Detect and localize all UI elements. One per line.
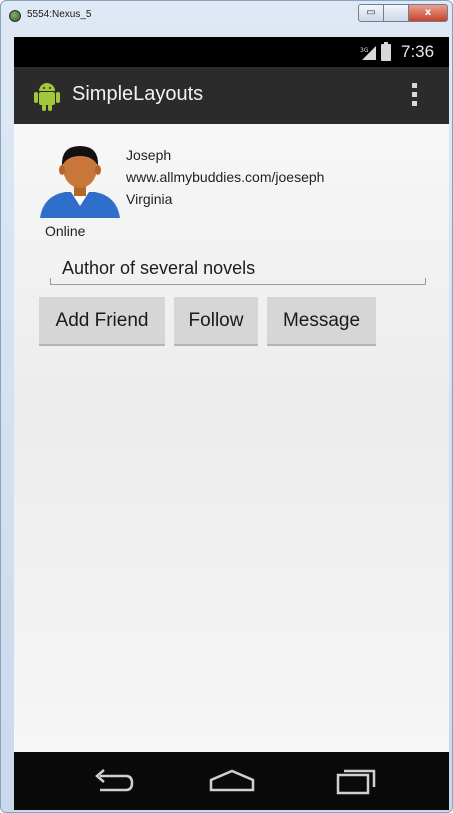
add-friend-button[interactable]: Add Friend (39, 297, 165, 346)
profile-website: www.allmybuddies.com/joeseph (126, 169, 325, 185)
maximize-button[interactable] (383, 4, 409, 22)
window-title: 5554:Nexus_5 (27, 9, 92, 20)
message-button[interactable]: Message (267, 297, 376, 346)
device-screen: 3G 7:36 SimpleLayouts Joseph www.allmybu… (14, 37, 449, 810)
profile-location: Virginia (126, 191, 173, 207)
close-button[interactable]: x (408, 4, 448, 22)
recent-apps-icon[interactable] (334, 765, 378, 795)
follow-button[interactable]: Follow (174, 297, 258, 346)
profile-info: Joseph www.allmybuddies.com/joeseph Virg… (126, 144, 324, 210)
home-icon[interactable] (209, 768, 255, 792)
android-icon (34, 83, 60, 111)
action-bar: SimpleLayouts (14, 67, 449, 124)
minimize-button[interactable]: ▭ (358, 4, 384, 22)
profile-name: Joseph (126, 147, 172, 163)
overflow-menu-icon[interactable] (412, 83, 418, 109)
app-title: SimpleLayouts (72, 83, 204, 105)
clock: 7:36 (401, 42, 435, 61)
window-titlebar[interactable]: 5554:Nexus_5 ▭ x (1, 1, 452, 31)
status-bar: 3G 7:36 (14, 37, 449, 67)
emulator-icon (9, 10, 21, 22)
network-type-label: 3G (360, 47, 369, 54)
online-status: Online (45, 223, 86, 239)
bio-field[interactable]: Author of several novels (50, 248, 426, 285)
navigation-bar (14, 752, 449, 810)
avatar (40, 146, 120, 218)
back-icon[interactable] (90, 766, 134, 794)
emulator-window: 5554:Nexus_5 ▭ x 3G 7:36 SimpleLayouts J… (0, 0, 453, 813)
signal-icon: 3G (360, 46, 376, 60)
battery-icon (381, 42, 391, 61)
main-content: Joseph www.allmybuddies.com/joeseph Virg… (14, 124, 449, 752)
